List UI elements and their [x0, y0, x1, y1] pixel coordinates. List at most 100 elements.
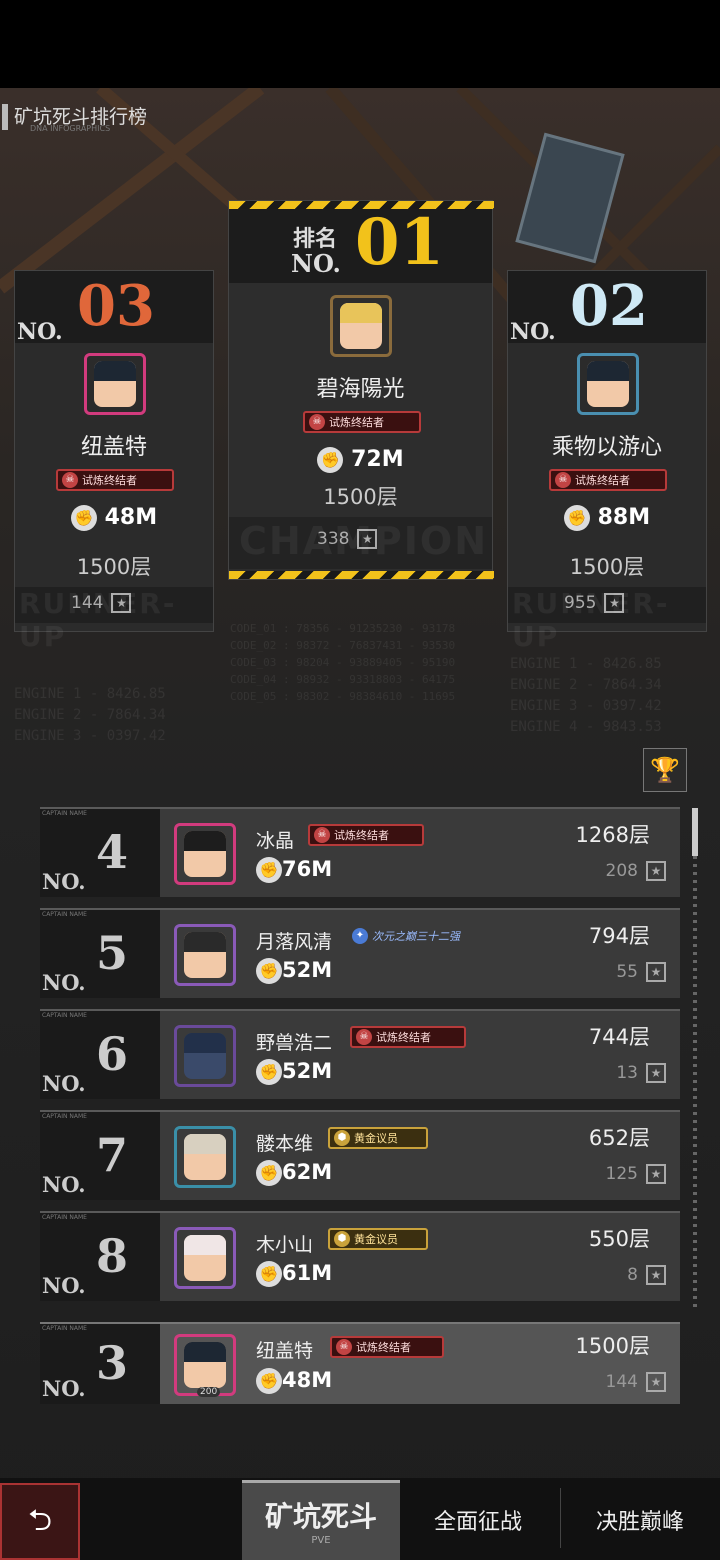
title-badge: ☠ 试炼终结者 — [350, 1026, 466, 1048]
tab-full-campaign[interactable]: 全面征战 — [410, 1480, 546, 1560]
my-rank-row[interactable]: CAPTAIN NAME 3 NO. 200 纽盖特 ☠ 试炼终结者 ✊ 48M 1… — [40, 1322, 680, 1404]
no-label: NO. — [291, 249, 341, 278]
rank-number: 8 — [96, 1229, 129, 1283]
power-value: ✊ 61M — [256, 1261, 332, 1287]
no-label: NO. — [42, 1071, 86, 1096]
title-badge: ☠ 试炼终结者 — [549, 469, 667, 491]
player-avatar[interactable] — [330, 295, 392, 357]
player-avatar[interactable] — [174, 823, 236, 885]
rank-number: 02 — [570, 273, 648, 339]
title-badge: ☠ 试炼终结者 — [303, 411, 421, 433]
fist-icon: ✊ — [256, 958, 282, 984]
rank-row[interactable]: CAPTAIN NAME 4 NO. 冰晶 ☠ 试炼终结者 ✊ 76M 1268层 … — [40, 807, 680, 897]
skull-icon: ☠ — [356, 1029, 372, 1045]
player-name: 碧海陽光 — [316, 377, 405, 402]
rank-row[interactable]: CAPTAIN NAME 7 NO. 髅本维 ⬢ 黄金议员 ✊ 62M 652层 1… — [40, 1110, 680, 1200]
player-name: 纽盖特 — [256, 1340, 314, 1362]
player-name: 月落风清 — [256, 931, 333, 953]
caption-text: CAPTAIN NAME — [42, 810, 87, 817]
runner-up-watermark: RUNNER-UP — [19, 587, 177, 653]
gold-emblem-icon: ⬢ — [334, 1130, 350, 1146]
no-label: NO. — [510, 319, 556, 345]
no-label: NO. — [42, 1273, 86, 1298]
level-badge: 200 — [197, 1387, 221, 1397]
player-name: 髅本维 — [256, 1133, 314, 1155]
champion-watermark: CHAMPION — [239, 519, 489, 563]
player-name: 纽盖特 — [80, 435, 147, 460]
power-value: ✊ 52M — [256, 958, 332, 984]
podium-first-place[interactable]: 排名 NO. 01 碧海陽光 ☠ 试炼终结者 ✊ 72M 1500层 338 ★ C… — [228, 200, 494, 580]
fist-icon: ✊ — [256, 1368, 282, 1394]
list-scrollbar-thumb[interactable] — [692, 808, 698, 856]
player-avatar[interactable] — [174, 1227, 236, 1289]
player-avatar[interactable] — [174, 924, 236, 986]
player-name: 木小山 — [256, 1234, 314, 1256]
rank-number: 4 — [96, 825, 129, 879]
rank-number: 5 — [96, 926, 129, 980]
power-value: ✊ 48M — [256, 1368, 332, 1394]
caption-text: CAPTAIN NAME — [42, 1012, 87, 1019]
tab-divider — [560, 1488, 561, 1548]
star-icon: ★ — [646, 1063, 666, 1083]
floor-value: 550层 — [588, 1227, 650, 1251]
background-engine-text-right: ENGINE 1 - 8426.85 ENGINE 2 - 7864.34 ENGI… — [510, 656, 662, 735]
title-badge: ☠ 试炼终结者 — [308, 824, 424, 846]
back-button[interactable]: ⮌ — [0, 1483, 80, 1560]
podium-second-place[interactable]: NO. 02 乘物以游心 ☠ 试炼终结者 ✊ 88M 1500层 955 ★ RUN… — [507, 270, 707, 653]
skull-icon: ☠ — [62, 472, 78, 488]
tab-mine-deathmatch[interactable]: 矿坑死斗 PVE — [242, 1480, 400, 1560]
no-label: NO. — [17, 319, 63, 345]
player-avatar[interactable] — [174, 1126, 236, 1188]
podium-third-place[interactable]: NO. 03 纽盖特 ☠ 试炼终结者 ✊ 48M 1500层 144 ★ RUNNE… — [14, 270, 214, 653]
floor-value: 1500层 — [569, 555, 645, 579]
star-icon: ★ — [646, 1372, 666, 1392]
trophy-button[interactable]: 🏆 — [643, 748, 687, 792]
star-icon: ★ — [646, 1164, 666, 1184]
star-count: 144 ★ — [606, 1372, 666, 1392]
title-badge: ⬢ 黄金议员 — [328, 1228, 428, 1250]
floor-value: 1500层 — [323, 485, 398, 509]
title-badge: ☠ 试炼终结者 — [56, 469, 174, 491]
no-label: NO. — [42, 869, 86, 894]
player-avatar[interactable] — [174, 1025, 236, 1087]
fist-icon: ✊ — [256, 1059, 282, 1085]
hazard-stripe-bottom — [229, 571, 494, 579]
rank-number: 7 — [96, 1128, 129, 1182]
rank-number: 03 — [77, 273, 155, 339]
floor-value: 652层 — [588, 1126, 650, 1150]
background-code-text: CODE_01 : 78356 - 91235230 - 93178 CODE_0… — [230, 622, 456, 703]
rank-row[interactable]: CAPTAIN NAME 8 NO. 木小山 ⬢ 黄金议员 ✊ 61M 550层 8… — [40, 1211, 680, 1301]
caption-text: CAPTAIN NAME — [42, 1214, 87, 1221]
rank-number: 01 — [355, 205, 445, 280]
power-value: ✊ 48M — [15, 505, 213, 531]
player-avatar[interactable] — [84, 353, 146, 415]
floor-value: 1500层 — [575, 1334, 650, 1358]
back-arrow-icon: ⮌ — [27, 1503, 53, 1538]
leaderboard-screen: 矿坑死斗排行榜 DNA INFOGRAPHICS CODE_01 : 78356… — [0, 88, 720, 1560]
rank-row[interactable]: CAPTAIN NAME 5 NO. 月落风清 ✦ 次元之巅三十二强 ✊ 52M 7… — [40, 908, 680, 998]
title-badge: ☠ 试炼终结者 — [330, 1336, 444, 1358]
player-name: 冰晶 — [256, 830, 295, 852]
title-accent-bar — [2, 104, 8, 130]
skull-icon: ☠ — [314, 827, 330, 843]
tab-decisive-peak[interactable]: 决胜巅峰 — [572, 1480, 708, 1560]
star-count: 8 ★ — [627, 1265, 666, 1285]
player-avatar[interactable] — [577, 353, 639, 415]
power-value: ✊ 52M — [256, 1059, 332, 1085]
list-scrollbar-track[interactable] — [693, 808, 697, 1308]
star-count: 125 ★ — [606, 1164, 666, 1184]
fist-icon: ✊ — [256, 857, 282, 883]
player-avatar[interactable]: 200 — [174, 1334, 236, 1397]
status-bar-area — [0, 0, 720, 88]
caption-text: CAPTAIN NAME — [42, 1325, 87, 1332]
trophy-icon: 🏆 — [650, 756, 680, 784]
power-value: ✊ 88M — [508, 505, 706, 531]
no-label: NO. — [42, 1172, 86, 1197]
rank-number: 6 — [96, 1027, 129, 1081]
skull-icon: ☠ — [555, 472, 571, 488]
rank-row[interactable]: CAPTAIN NAME 6 NO. 野兽浩二 ☠ 试炼终结者 ✊ 52M 744层… — [40, 1009, 680, 1099]
star-icon: ★ — [646, 962, 666, 982]
title-badge: ✦ 次元之巅三十二强 — [346, 925, 470, 947]
player-name: 乘物以游心 — [551, 435, 662, 460]
fist-icon: ✊ — [256, 1261, 282, 1287]
